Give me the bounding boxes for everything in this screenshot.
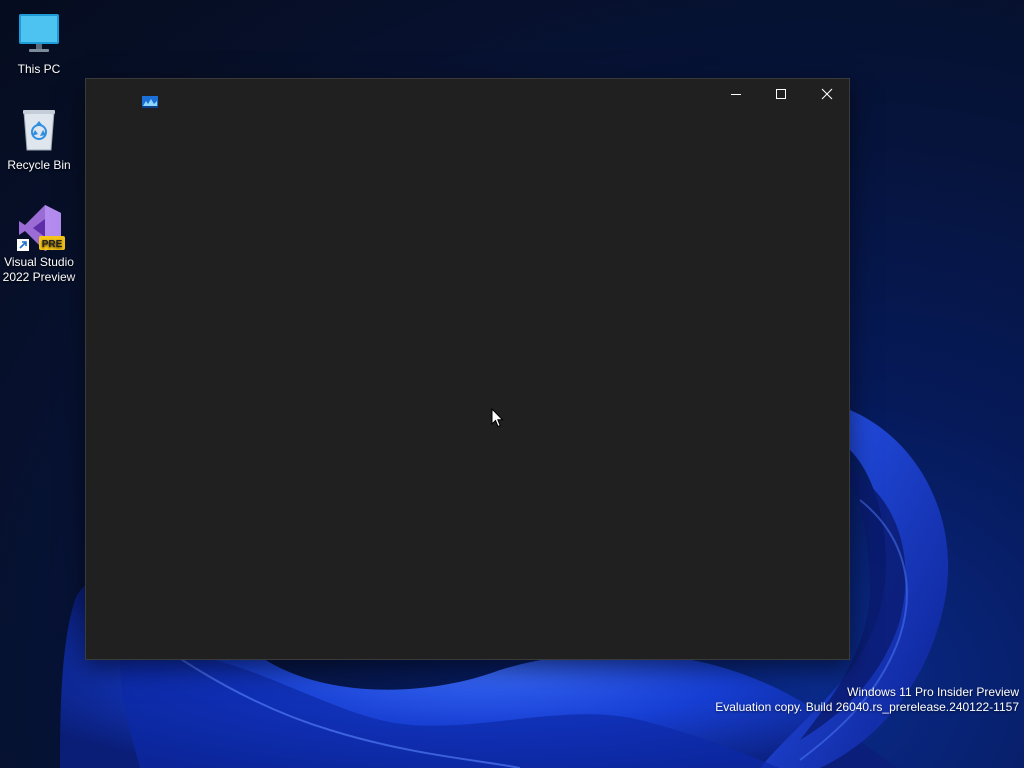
window-content[interactable]: [86, 111, 849, 659]
monitor-icon: [15, 10, 63, 58]
visual-studio-preview-icon: PRE: [15, 203, 65, 251]
close-icon: [821, 88, 833, 100]
desktop: This PC Recycle Bin PRE Visual Studio 20…: [0, 0, 1024, 768]
app-image-icon: [142, 96, 158, 108]
watermark-line1: Windows 11 Pro Insider Preview: [847, 685, 1019, 699]
close-button[interactable]: [804, 79, 850, 109]
minimize-icon: [731, 94, 741, 95]
title-bar[interactable]: [86, 79, 849, 111]
maximize-icon: [776, 89, 786, 99]
desktop-icon-label: This PC: [17, 62, 61, 76]
desktop-icon-recycle-bin[interactable]: Recycle Bin: [1, 106, 77, 173]
desktop-icon-visual-studio-preview[interactable]: PRE Visual Studio 2022 Preview: [1, 203, 77, 285]
minimize-button[interactable]: [713, 79, 759, 109]
desktop-icon-label: Recycle Bin: [7, 158, 71, 172]
desktop-icon-label-line1: Visual Studio: [4, 255, 74, 269]
windows-watermark: Windows 11 Pro Insider Preview Evaluatio…: [715, 685, 1019, 715]
desktop-icon-this-pc[interactable]: This PC: [1, 10, 77, 77]
watermark-line2: Evaluation copy. Build 26040.rs_prerelea…: [715, 700, 1019, 714]
app-window[interactable]: [85, 78, 850, 660]
desktop-icon-label-line2: 2022 Preview: [2, 270, 76, 284]
pre-badge: PRE: [42, 239, 63, 250]
maximize-button[interactable]: [758, 79, 804, 109]
recycle-bin-icon: [15, 106, 63, 154]
mouse-cursor-icon: [491, 408, 504, 428]
